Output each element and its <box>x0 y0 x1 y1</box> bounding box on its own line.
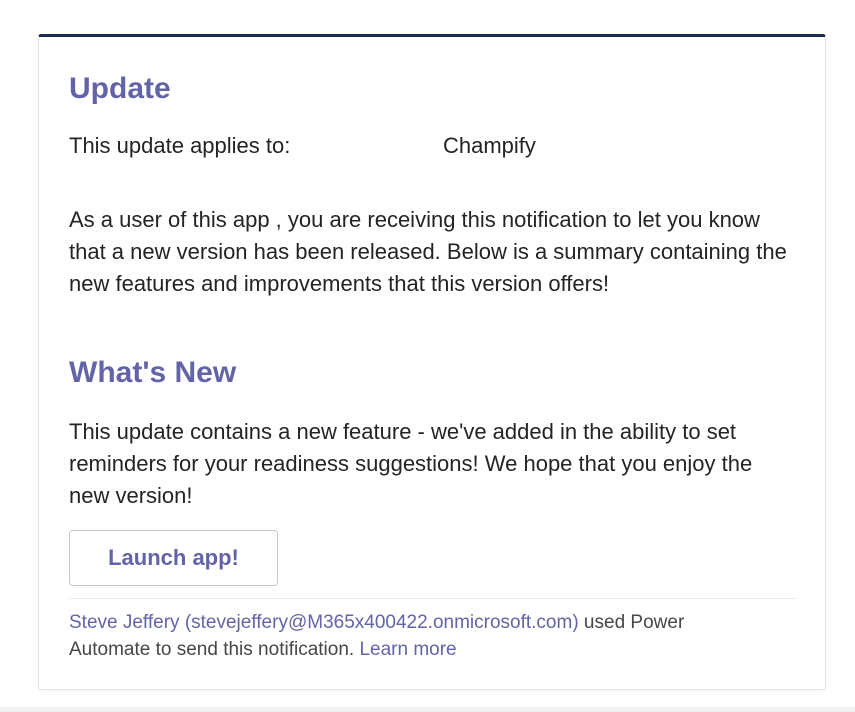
notification-card: Update This update applies to: Champify … <box>38 34 826 690</box>
footer-divider <box>69 598 797 599</box>
update-heading: Update <box>69 72 171 105</box>
app-name-value: Champify <box>443 133 536 158</box>
launch-app-button[interactable]: Launch app! <box>69 530 278 586</box>
intro-paragraph: As a user of this app , you are receivin… <box>69 207 787 296</box>
learn-more-link[interactable]: Learn more <box>359 639 456 660</box>
whats-new-heading: What's New <box>69 356 237 389</box>
sender-link[interactable]: Steve Jeffery (stevejeffery@M365x400422.… <box>69 612 579 633</box>
applies-to-label: This update applies to: <box>69 133 291 158</box>
footer-attribution: Steve Jeffery (stevejeffery@M365x400422.… <box>69 609 769 663</box>
feature-paragraph: This update contains a new feature - we'… <box>69 419 753 508</box>
